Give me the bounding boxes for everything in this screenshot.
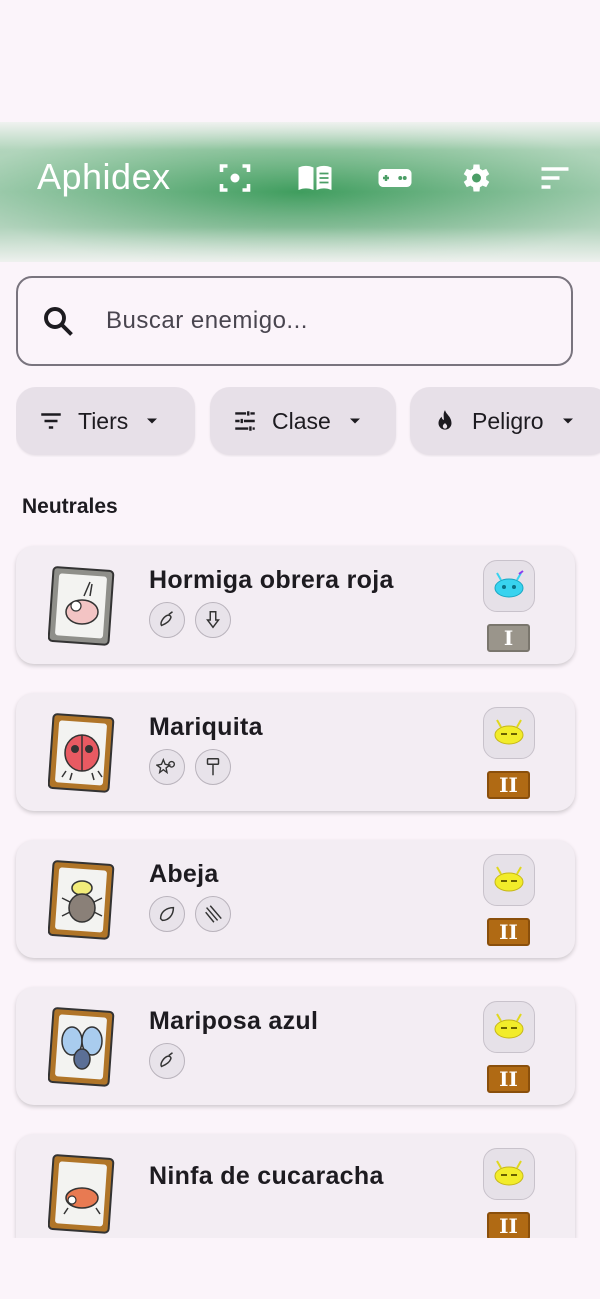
app-bar: Aphidex — [0, 122, 600, 262]
enemy-name: Ninfa de cucaracha — [149, 1162, 384, 1190]
book-icon[interactable] — [295, 158, 335, 198]
filter-danger-chip[interactable]: Peligro — [410, 387, 600, 455]
dropdown-arrow-icon — [147, 418, 158, 424]
enemy-name: Mariposa azul — [149, 1007, 319, 1035]
claw-icon — [149, 1043, 185, 1079]
star-burst-icon — [149, 749, 185, 785]
tune-icon — [235, 411, 255, 431]
app-title: Aphidex — [37, 156, 171, 197]
enemy-card[interactable]: Hormiga obrera roja I — [16, 546, 575, 664]
down-arrow-icon — [195, 602, 231, 638]
tier-badge: II — [487, 771, 530, 799]
danger-level-icon — [483, 1148, 535, 1200]
slash-icon — [195, 896, 231, 932]
scan-icon[interactable] — [215, 158, 255, 198]
filter-class-chip[interactable]: Clase — [210, 387, 396, 455]
enemy-card[interactable]: Ninfa de cucaracha II — [16, 1134, 575, 1240]
gamepad-icon[interactable] — [375, 158, 415, 198]
filter-tiers-chip[interactable]: Tiers — [16, 387, 195, 455]
bottom-area — [0, 1238, 600, 1299]
enemy-portrait-icon — [48, 566, 115, 646]
fire-icon — [438, 410, 452, 430]
enemy-card[interactable]: Mariposa azul II — [16, 987, 575, 1105]
filter-danger-label: Peligro — [472, 407, 544, 434]
section-title: Neutrales — [22, 495, 118, 518]
search-input[interactable] — [104, 306, 508, 336]
hammer-icon — [195, 749, 231, 785]
settings-icon[interactable] — [455, 158, 495, 198]
danger-level-icon — [483, 707, 535, 759]
search-icon — [44, 307, 73, 336]
enemy-portrait-icon — [48, 1007, 115, 1087]
search-field[interactable] — [16, 276, 573, 366]
sort-icon[interactable] — [535, 158, 575, 198]
enemy-card[interactable]: Abeja II — [16, 840, 575, 958]
dropdown-arrow-icon — [349, 418, 360, 424]
claw-icon — [149, 602, 185, 638]
filter-class-label: Clase — [272, 407, 331, 434]
danger-level-icon — [483, 1001, 535, 1053]
tier-badge: II — [487, 1212, 530, 1240]
filter-chips: Tiers Clase Peligro — [16, 387, 600, 457]
tier-badge: I — [487, 624, 530, 652]
filter-tiers-label: Tiers — [78, 407, 129, 434]
enemy-portrait-icon — [48, 860, 115, 940]
tier-badge: II — [487, 918, 530, 946]
enemy-card[interactable]: Mariquita II — [16, 693, 575, 811]
filter-list-icon — [41, 413, 61, 429]
enemy-name: Hormiga obrera roja — [149, 566, 394, 594]
status-bar-area — [0, 0, 600, 122]
leaf-icon — [149, 896, 185, 932]
enemy-portrait-icon — [48, 713, 115, 793]
dropdown-arrow-icon — [562, 418, 573, 424]
enemy-name: Mariquita — [149, 713, 263, 741]
tier-badge: II — [487, 1065, 530, 1093]
danger-level-icon — [483, 854, 535, 906]
enemy-portrait-icon — [48, 1154, 115, 1234]
danger-level-icon — [483, 560, 535, 612]
enemy-name: Abeja — [149, 860, 219, 888]
